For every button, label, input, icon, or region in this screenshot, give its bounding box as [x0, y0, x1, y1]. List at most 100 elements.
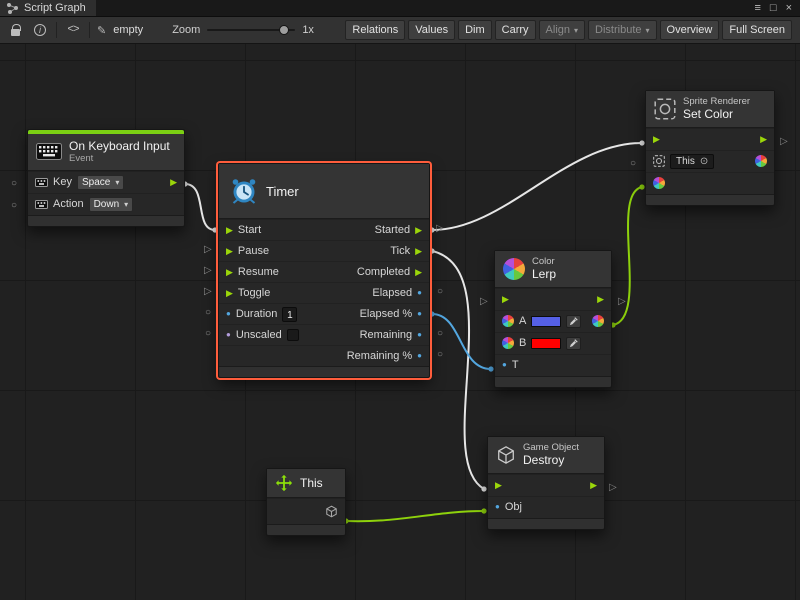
port-stub-triangle[interactable]: ▷	[204, 287, 212, 297]
object-out-port-icon[interactable]	[325, 505, 338, 518]
keyboard-node-header[interactable]: On Keyboard Input Event	[28, 134, 184, 171]
wire-this-to-obj[interactable]	[346, 511, 484, 521]
full-screen-button[interactable]: Full Screen	[722, 20, 792, 40]
overview-button[interactable]: Overview	[660, 20, 720, 40]
timer-input-resume: Resume	[238, 266, 279, 278]
color-out-port-icon[interactable]	[755, 155, 767, 167]
port-stub-triangle[interactable]: ▷	[204, 266, 212, 276]
color-port-icon[interactable]	[502, 315, 514, 327]
action-dropdown[interactable]: Down ▾	[89, 197, 134, 212]
window-menu-icon[interactable]: ≡	[754, 2, 760, 14]
port-stub-triangle[interactable]: ▷	[618, 297, 626, 307]
port-stub-triangle[interactable]: ▷	[204, 245, 212, 255]
on-keyboard-input-node[interactable]: On Keyboard Input Event Key Space ▾ ▶	[27, 129, 185, 227]
value-port-icon[interactable]: ●	[226, 310, 231, 318]
flow-in-port-icon[interactable]: ▶	[653, 135, 660, 144]
eyedropper-button[interactable]	[566, 337, 581, 350]
value-port-icon[interactable]: ●	[417, 331, 422, 339]
zoom-value: 1x	[302, 24, 314, 36]
target-picker-icon[interactable]: ⊙	[700, 156, 708, 167]
carry-button[interactable]: Carry	[495, 20, 536, 40]
port-stub-circle[interactable]: ○	[205, 329, 211, 339]
edit-graph-icon[interactable]: ✎	[97, 24, 106, 37]
zoom-slider[interactable]	[207, 23, 295, 37]
value-port-icon[interactable]: ●	[417, 310, 422, 318]
chevron-down-icon: ▾	[124, 200, 128, 209]
distribute-button[interactable]: Distribute▾	[588, 20, 656, 40]
align-button[interactable]: Align▾	[539, 20, 585, 40]
color-b-swatch[interactable]	[531, 338, 561, 349]
timer-node-header[interactable]: Timer	[219, 164, 429, 219]
flow-out-port-icon[interactable]: ▶	[415, 247, 422, 256]
flow-in-port-icon[interactable]: ▶	[502, 295, 509, 304]
values-button-label: Values	[415, 24, 448, 36]
zoom-slider-handle[interactable]	[279, 25, 289, 35]
color-port-icon[interactable]	[502, 337, 514, 349]
destroy-node-title: Destroy	[523, 453, 579, 467]
flow-out-port-icon[interactable]: ▶	[590, 481, 597, 490]
lerp-node-header[interactable]: Color Lerp	[495, 251, 611, 288]
wire-keyboard-to-timer[interactable]	[185, 184, 215, 230]
flow-in-port-icon[interactable]: ▶	[226, 268, 233, 277]
window-maximize-icon[interactable]: □	[770, 2, 777, 14]
port-stub-triangle[interactable]: ▷	[780, 137, 788, 147]
wire-endpoint	[488, 366, 493, 371]
flow-out-port-icon[interactable]: ▶	[415, 226, 422, 235]
value-port-icon[interactable]: ●	[226, 331, 231, 339]
wire-endpoint	[481, 486, 486, 491]
destroy-node-header[interactable]: Game Object Destroy	[488, 437, 604, 474]
value-port-icon[interactable]: ●	[417, 352, 422, 360]
port-stub-circle[interactable]: ○	[437, 329, 443, 339]
this-node[interactable]: This	[266, 468, 346, 536]
this-node-header[interactable]: This	[267, 469, 345, 498]
timer-output-remaining-pct: Remaining %	[347, 350, 412, 362]
key-dropdown[interactable]: Space ▾	[77, 175, 124, 190]
port-stub-circle[interactable]: ○	[437, 350, 443, 360]
port-stub-triangle[interactable]: ▷	[609, 483, 617, 493]
flow-out-port-icon[interactable]: ▶	[760, 135, 767, 144]
flow-in-port-icon[interactable]: ▶	[226, 247, 233, 256]
unscaled-checkbox[interactable]	[287, 329, 299, 341]
code-view-icon[interactable]: <>	[64, 21, 82, 39]
lock-icon[interactable]	[6, 21, 24, 39]
graph-canvas[interactable]: ○ ○ ▷ ▷ ▷ ○ ○ ▷ ○ ○ ○ ▷ ▷ ○ ▷ ▷	[0, 44, 800, 600]
flow-in-port-icon[interactable]: ▶	[495, 481, 502, 490]
values-button[interactable]: Values	[408, 20, 455, 40]
target-object-field[interactable]: This ⊙	[670, 154, 714, 169]
info-icon[interactable]: i	[31, 21, 49, 39]
destroy-node[interactable]: Game Object Destroy ▶ ▶ ● Obj	[487, 436, 605, 530]
value-port-icon[interactable]: ●	[495, 503, 500, 511]
window-close-icon[interactable]: ×	[786, 2, 792, 14]
eyedropper-button[interactable]	[566, 315, 581, 328]
timer-node[interactable]: Timer ▶ Start Started▶ ▶ Pause Tick▶ ▶ R…	[218, 163, 430, 378]
port-stub-circle[interactable]: ○	[11, 179, 17, 189]
value-port-icon[interactable]: ●	[417, 289, 422, 297]
timer-clock-icon	[229, 176, 259, 206]
tab-script-graph[interactable]: Script Graph	[0, 0, 96, 16]
value-port-icon[interactable]: ●	[502, 361, 507, 369]
color-a-swatch[interactable]	[531, 316, 561, 327]
color-out-port-icon[interactable]	[592, 315, 604, 327]
flow-out-port-icon[interactable]: ▶	[597, 295, 604, 304]
flow-out-port-icon[interactable]: ▶	[415, 268, 422, 277]
port-stub-circle[interactable]: ○	[11, 201, 17, 211]
sprite-node-category: Sprite Renderer	[683, 96, 750, 107]
port-stub-triangle[interactable]: ▷	[480, 297, 488, 307]
flow-out-port-icon[interactable]: ▶	[170, 178, 177, 187]
dim-button[interactable]: Dim	[458, 20, 492, 40]
wire-endpoint	[481, 508, 486, 513]
duration-input[interactable]: 1	[282, 307, 297, 322]
port-stub-circle[interactable]: ○	[630, 159, 636, 169]
flow-in-port-icon[interactable]: ▶	[226, 289, 233, 298]
color-lerp-node[interactable]: Color Lerp ▶ ▶ A	[494, 250, 612, 388]
color-in-port-icon[interactable]	[653, 177, 665, 189]
relations-button[interactable]: Relations	[345, 20, 405, 40]
port-stub-circle[interactable]: ○	[205, 308, 211, 318]
sprite-set-color-node[interactable]: Sprite Renderer Set Color ▶ ▶ This ⊙	[645, 90, 775, 206]
wire-started-to-setcolor[interactable]	[432, 143, 642, 230]
sprite-node-header[interactable]: Sprite Renderer Set Color	[646, 91, 774, 128]
flow-in-port-icon[interactable]: ▶	[226, 226, 233, 235]
port-stub-circle[interactable]: ○	[437, 287, 443, 297]
port-stub-triangle[interactable]: ▷	[436, 224, 444, 234]
wire-elapsed-to-t[interactable]	[432, 314, 491, 369]
